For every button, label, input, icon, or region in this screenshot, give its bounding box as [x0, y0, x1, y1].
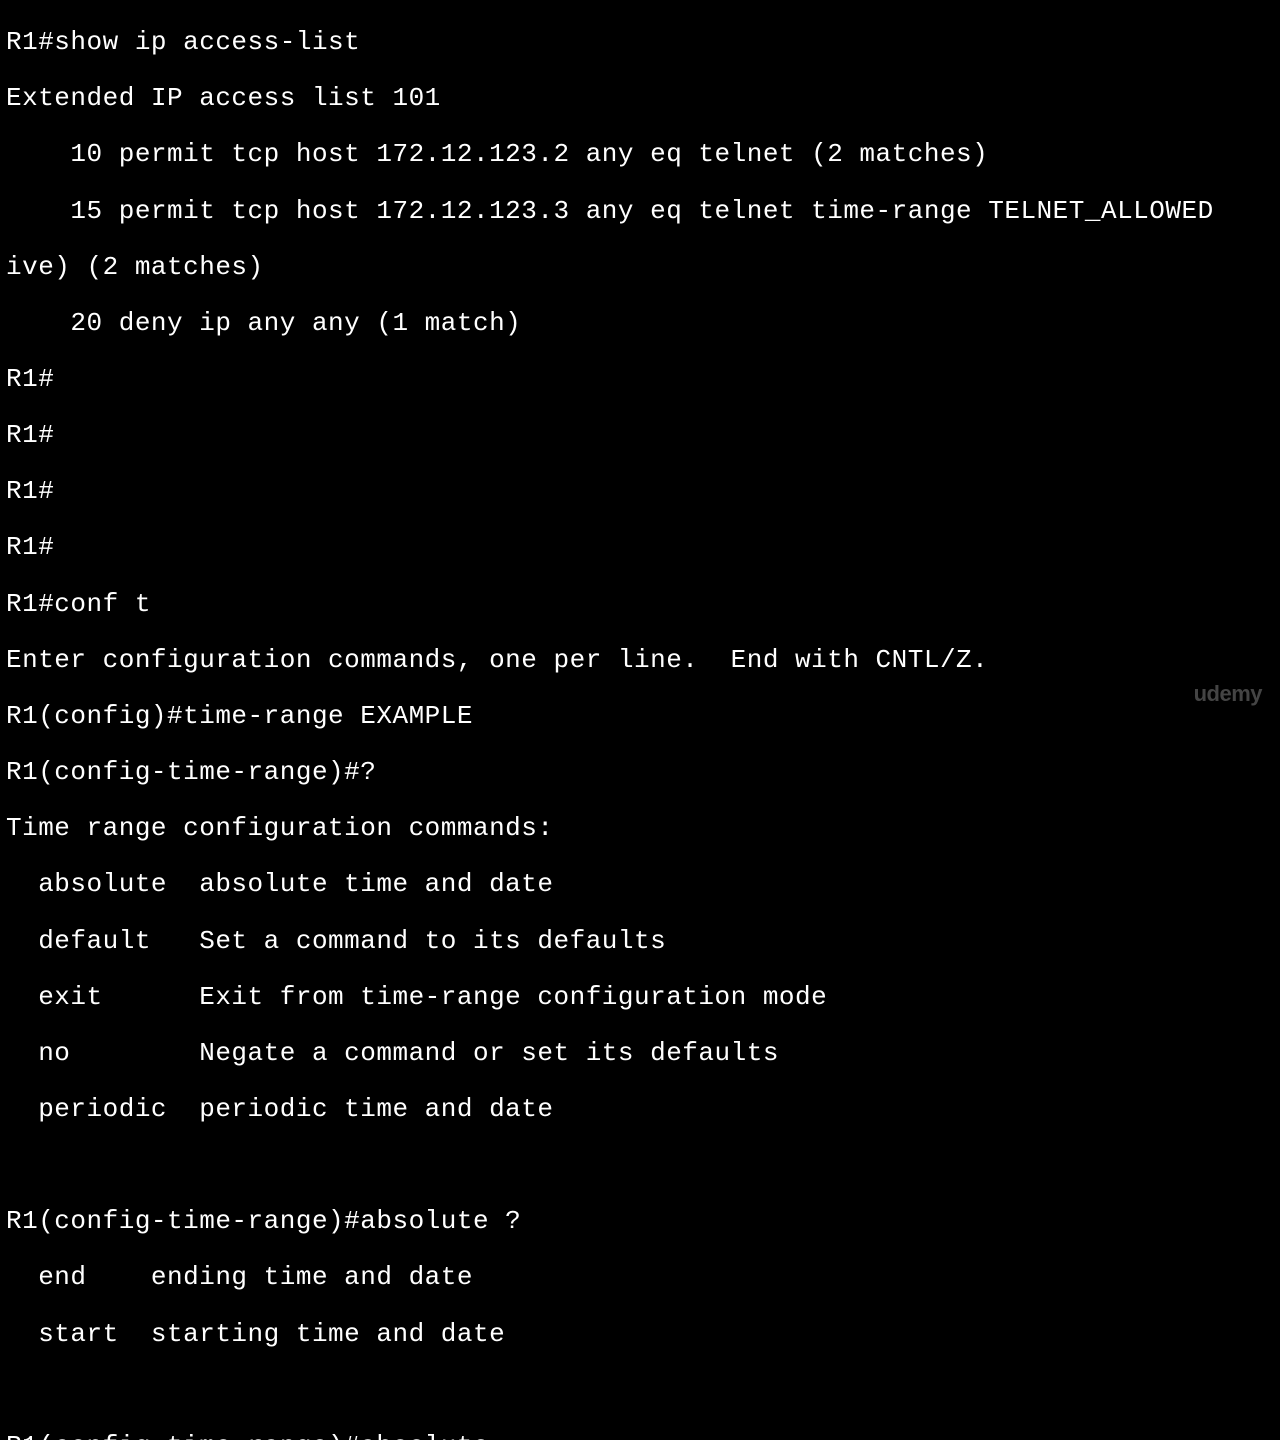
terminal-line: 10 permit tcp host 172.12.123.2 any eq t…	[6, 140, 1274, 168]
terminal-line: absolute absolute time and date	[6, 870, 1274, 898]
terminal-line: ive) (2 matches)	[6, 253, 1274, 281]
terminal-line: exit Exit from time-range configuration …	[6, 983, 1274, 1011]
terminal-line: R1#	[6, 421, 1274, 449]
terminal-line: Enter configuration commands, one per li…	[6, 646, 1274, 674]
terminal-line: R1(config-time-range)#?	[6, 758, 1274, 786]
terminal-output[interactable]: R1#show ip access-list Extended IP acces…	[0, 0, 1280, 1440]
terminal-line: no Negate a command or set its defaults	[6, 1039, 1274, 1067]
terminal-line: R1#	[6, 365, 1274, 393]
terminal-line	[6, 1151, 1274, 1179]
terminal-line: R1(config-time-range)#absolute	[6, 1432, 1274, 1440]
terminal-line: R1#conf t	[6, 590, 1274, 618]
terminal-line: R1#	[6, 533, 1274, 561]
terminal-line: Time range configuration commands:	[6, 814, 1274, 842]
terminal-line: R1#	[6, 477, 1274, 505]
terminal-line: R1#show ip access-list	[6, 28, 1274, 56]
terminal-line: periodic periodic time and date	[6, 1095, 1274, 1123]
terminal-line: end ending time and date	[6, 1263, 1274, 1291]
terminal-line: 15 permit tcp host 172.12.123.3 any eq t…	[6, 197, 1274, 225]
terminal-line: R1(config-time-range)#absolute ?	[6, 1207, 1274, 1235]
terminal-line: Extended IP access list 101	[6, 84, 1274, 112]
watermark-logo: udemy	[1194, 682, 1262, 706]
terminal-line	[6, 1376, 1274, 1404]
terminal-line: R1(config)#time-range EXAMPLE	[6, 702, 1274, 730]
terminal-line: default Set a command to its defaults	[6, 927, 1274, 955]
terminal-line: 20 deny ip any any (1 match)	[6, 309, 1274, 337]
terminal-line: start starting time and date	[6, 1320, 1274, 1348]
